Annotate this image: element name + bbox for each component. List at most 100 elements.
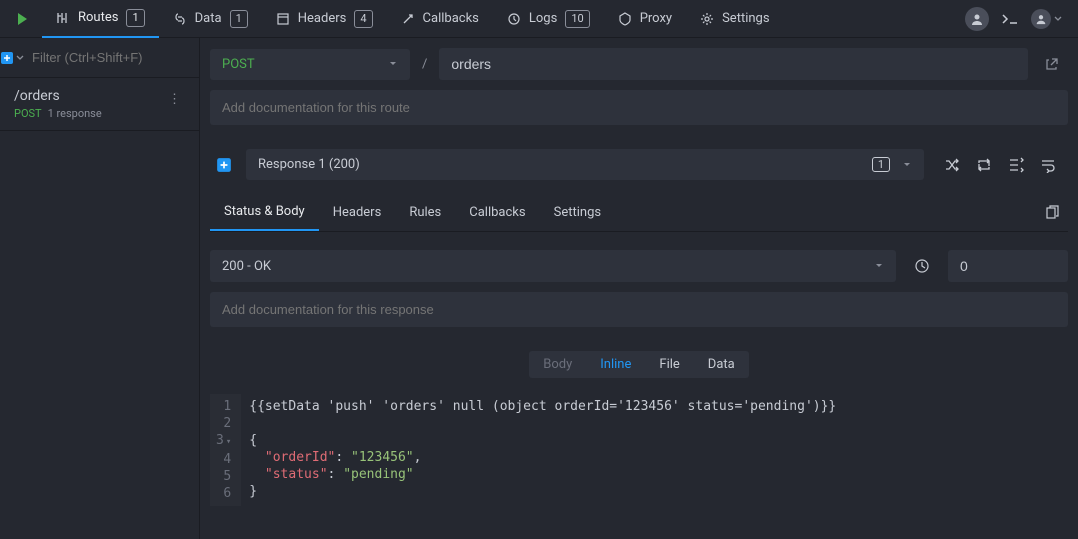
- code-gutter: 1 2 3▾ 4 5 6: [210, 394, 241, 506]
- data-icon: [173, 12, 187, 26]
- code-line-1: {{setData 'push' 'orders' null (object o…: [249, 398, 1060, 415]
- tab-headers[interactable]: Headers 4: [262, 0, 387, 38]
- sidebar: /orders POST 1 response ⋮: [0, 38, 200, 539]
- logs-icon: [507, 12, 521, 26]
- tab-data[interactable]: Data 1: [159, 0, 262, 38]
- tab-logs-badge: 10: [565, 10, 589, 28]
- tab-data-label: Data: [195, 11, 222, 26]
- body-mode-inline[interactable]: Inline: [586, 351, 645, 378]
- body-mode-data[interactable]: Data: [694, 351, 749, 378]
- body-mode-tabs: Body Inline File Data: [529, 351, 748, 378]
- route-list-item[interactable]: /orders POST 1 response ⋮: [0, 78, 199, 131]
- response-doc-input[interactable]: [210, 292, 1068, 327]
- tab-callbacks[interactable]: Callbacks: [387, 0, 493, 38]
- subtab-status-body[interactable]: Status & Body: [210, 194, 319, 231]
- delay-icon: [906, 250, 938, 282]
- status-row: 200 - OK: [210, 250, 1068, 282]
- body-mode-file[interactable]: File: [645, 351, 693, 378]
- headers-icon: [276, 12, 290, 26]
- chevron-down-icon: [1054, 15, 1062, 23]
- sub-tabs: Status & Body Headers Rules Callbacks Se…: [210, 194, 1068, 232]
- subtab-settings[interactable]: Settings: [540, 195, 615, 230]
- route-menu-button[interactable]: ⋮: [164, 88, 185, 111]
- clock-icon: [914, 258, 930, 274]
- tab-callbacks-label: Callbacks: [423, 11, 479, 26]
- tab-headers-badge: 4: [354, 10, 372, 28]
- tab-routes-badge: 1: [126, 9, 144, 27]
- nav-right: [965, 7, 1070, 31]
- sidebar-toolbar: [0, 38, 199, 78]
- route-meta: POST 1 response: [14, 107, 102, 120]
- filter-button[interactable]: [1004, 153, 1028, 177]
- body-mode-row: Body Inline File Data: [210, 351, 1068, 378]
- tab-headers-label: Headers: [298, 11, 347, 26]
- terminal-icon: [1001, 12, 1019, 26]
- body-mode-body[interactable]: Body: [529, 351, 586, 378]
- code-body[interactable]: {{setData 'push' 'orders' null (object o…: [241, 394, 1068, 506]
- subtab-callbacks[interactable]: Callbacks: [455, 195, 539, 230]
- tab-proxy[interactable]: Proxy: [604, 0, 686, 38]
- tab-routes-label: Routes: [78, 10, 118, 25]
- response-row: Response 1 (200) 1: [210, 149, 1068, 180]
- code-editor[interactable]: 1 2 3▾ 4 5 6 {{setData 'push' 'orders' n…: [210, 394, 1068, 506]
- repeat-button[interactable]: [972, 153, 996, 177]
- tab-settings-label: Settings: [722, 11, 769, 26]
- user-account-button[interactable]: [965, 7, 989, 31]
- routes-icon: [56, 11, 70, 25]
- delay-input[interactable]: [948, 250, 1068, 282]
- tab-logs-label: Logs: [529, 11, 557, 26]
- route-header: POST /: [210, 38, 1068, 90]
- repeat-icon: [976, 157, 992, 173]
- response-count-badge: 1: [872, 157, 890, 172]
- open-external-button[interactable]: [1036, 48, 1068, 80]
- play-icon: [15, 12, 29, 26]
- shuffle-icon: [944, 157, 960, 173]
- top-nav: Routes 1 Data 1 Headers 4 Callbacks Logs…: [0, 0, 1078, 38]
- copy-icon: [1044, 205, 1060, 221]
- tab-proxy-label: Proxy: [640, 11, 672, 26]
- filter-input[interactable]: [24, 50, 216, 65]
- external-link-icon: [1045, 57, 1059, 71]
- avatar: [1031, 9, 1051, 29]
- main-area: /orders POST 1 response ⋮ POST /: [0, 38, 1078, 539]
- subtab-headers[interactable]: Headers: [319, 195, 396, 230]
- status-value: 200 - OK: [222, 259, 271, 274]
- gear-icon: [700, 12, 714, 26]
- terminal-button[interactable]: [1001, 12, 1019, 26]
- response-actions: [932, 153, 1068, 177]
- wrap-icon: [1040, 157, 1056, 173]
- filter-icon: [1008, 157, 1024, 173]
- proxy-icon: [618, 12, 632, 26]
- copy-button[interactable]: [1044, 205, 1068, 221]
- route-method: POST: [14, 107, 42, 120]
- plus-icon: [0, 51, 14, 65]
- shuffle-button[interactable]: [940, 153, 964, 177]
- account-dropdown[interactable]: [1031, 9, 1062, 29]
- add-route-button[interactable]: [0, 38, 24, 78]
- play-button[interactable]: [8, 5, 36, 33]
- tab-routes[interactable]: Routes 1: [42, 0, 159, 38]
- path-input[interactable]: [439, 48, 1028, 80]
- response-select[interactable]: Response 1 (200) 1: [246, 149, 924, 180]
- content-panel: POST / Response 1 (200) 1: [200, 38, 1078, 539]
- add-response-button[interactable]: [210, 151, 238, 179]
- path-separator: /: [418, 57, 431, 72]
- wrap-button[interactable]: [1036, 153, 1060, 177]
- code-line-6: }: [249, 483, 1060, 500]
- tab-settings[interactable]: Settings: [686, 0, 783, 38]
- route-doc-input[interactable]: [210, 90, 1068, 125]
- code-line-5: "status": "pending": [249, 466, 1060, 483]
- method-value: POST: [222, 57, 255, 72]
- nav-tabs: Routes 1 Data 1 Headers 4 Callbacks Logs…: [42, 0, 965, 38]
- tab-logs[interactable]: Logs 10: [493, 0, 604, 38]
- tab-data-badge: 1: [230, 10, 248, 28]
- route-path: /orders: [14, 88, 102, 104]
- method-select[interactable]: POST: [210, 49, 410, 80]
- status-select[interactable]: 200 - OK: [210, 250, 896, 282]
- subtab-rules[interactable]: Rules: [395, 195, 455, 230]
- code-line-4: "orderId": "123456",: [249, 449, 1060, 466]
- code-line-3: {: [249, 432, 1060, 449]
- chevron-down-icon: [874, 261, 884, 271]
- route-response-count: 1 response: [48, 107, 102, 120]
- code-line-2: [249, 415, 1060, 432]
